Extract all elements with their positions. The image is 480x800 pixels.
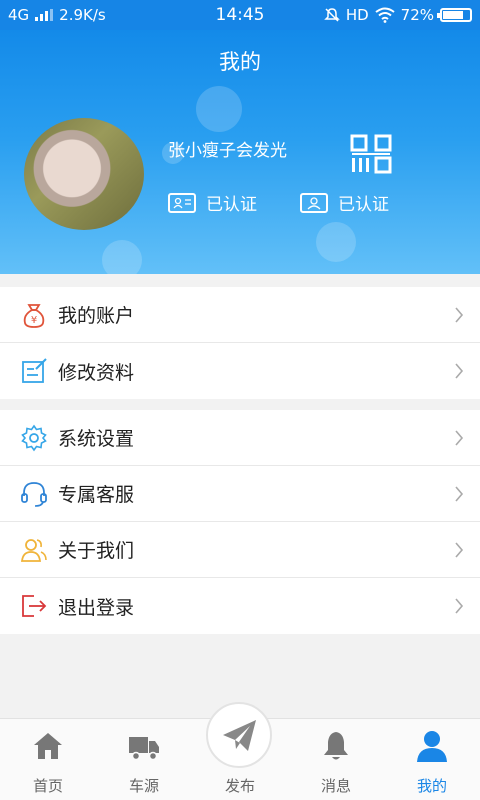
person-badge-icon: [300, 192, 328, 213]
paper-plane-icon: [223, 720, 256, 751]
id-certified: 已认证: [168, 190, 257, 215]
status-right: HD 72%: [324, 6, 472, 24]
logout-icon: [22, 595, 47, 617]
chevron-right-icon: [455, 598, 464, 614]
battery-icon: [437, 8, 472, 22]
menu-item-edit-profile[interactable]: 修改资料: [0, 343, 480, 399]
headset-icon: [21, 482, 47, 507]
tab-home[interactable]: 首页: [0, 719, 96, 800]
chevron-right-icon: [455, 307, 464, 323]
decor-bubble: [102, 240, 142, 274]
chevron-right-icon: [455, 486, 464, 502]
status-bar: 4G 2.9K/s 14:45 HD 72%: [0, 0, 480, 30]
battery-percent: 72%: [400, 6, 434, 24]
chevron-right-icon: [455, 363, 464, 379]
truck-icon: [129, 737, 159, 761]
home-icon: [34, 733, 62, 759]
tab-label: 发布: [224, 777, 255, 795]
svg-text:¥: ¥: [31, 315, 37, 326]
user-icon: [417, 731, 447, 762]
face-certified: 已认证: [300, 190, 389, 215]
menu-group-account: ¥ 我的账户 修改资料: [0, 287, 480, 399]
username: 张小瘦子会发光: [168, 141, 287, 161]
users-icon: [20, 539, 47, 562]
money-bag-icon: ¥: [23, 304, 45, 328]
wifi-icon: [375, 7, 395, 23]
menu-item-about-us[interactable]: 关于我们: [0, 522, 480, 578]
qr-code-icon[interactable]: [350, 134, 392, 174]
tab-mine[interactable]: 我的: [384, 719, 480, 800]
tab-label: 消息: [320, 777, 351, 795]
tab-messages[interactable]: 消息: [288, 719, 384, 800]
publish-button[interactable]: [206, 702, 272, 768]
face-certified-label: 已认证: [338, 195, 389, 215]
chevron-right-icon: [455, 430, 464, 446]
menu-label: 我的账户: [58, 305, 135, 327]
menu-item-logout[interactable]: 退出登录: [0, 578, 480, 634]
tab-label: 我的: [416, 777, 447, 795]
menu-label: 修改资料: [58, 361, 135, 384]
tab-label: 首页: [32, 777, 63, 795]
decor-bubble: [316, 222, 356, 262]
bell-icon: [324, 732, 348, 760]
tab-vehicles[interactable]: 车源: [96, 719, 192, 800]
menu-label: 关于我们: [58, 540, 135, 562]
menu-label: 专属客服: [58, 484, 135, 506]
id-certified-label: 已认证: [206, 195, 257, 215]
avatar[interactable]: [24, 118, 144, 230]
menu-item-my-account[interactable]: ¥ 我的账户: [0, 287, 480, 343]
tab-label: 车源: [128, 777, 159, 795]
menu-label: 系统设置: [58, 428, 135, 450]
decor-bubble: [196, 86, 242, 132]
menu-item-settings[interactable]: 系统设置: [0, 410, 480, 466]
edit-icon: [22, 358, 47, 383]
menu-label: 退出登录: [58, 596, 135, 619]
id-card-icon: [168, 192, 196, 213]
menu-item-customer-service[interactable]: 专属客服: [0, 466, 480, 522]
page-title: 我的: [219, 50, 261, 74]
hd-indicator: HD: [345, 6, 369, 24]
menu-group-system: 系统设置 专属客服 关于我们 退出登录: [0, 410, 480, 634]
chevron-right-icon: [455, 542, 464, 558]
gear-icon: [21, 424, 47, 452]
profile-header: 我的 张小瘦子会发光 已认证 已认证: [0, 30, 480, 274]
mute-bell-icon: [324, 8, 340, 22]
